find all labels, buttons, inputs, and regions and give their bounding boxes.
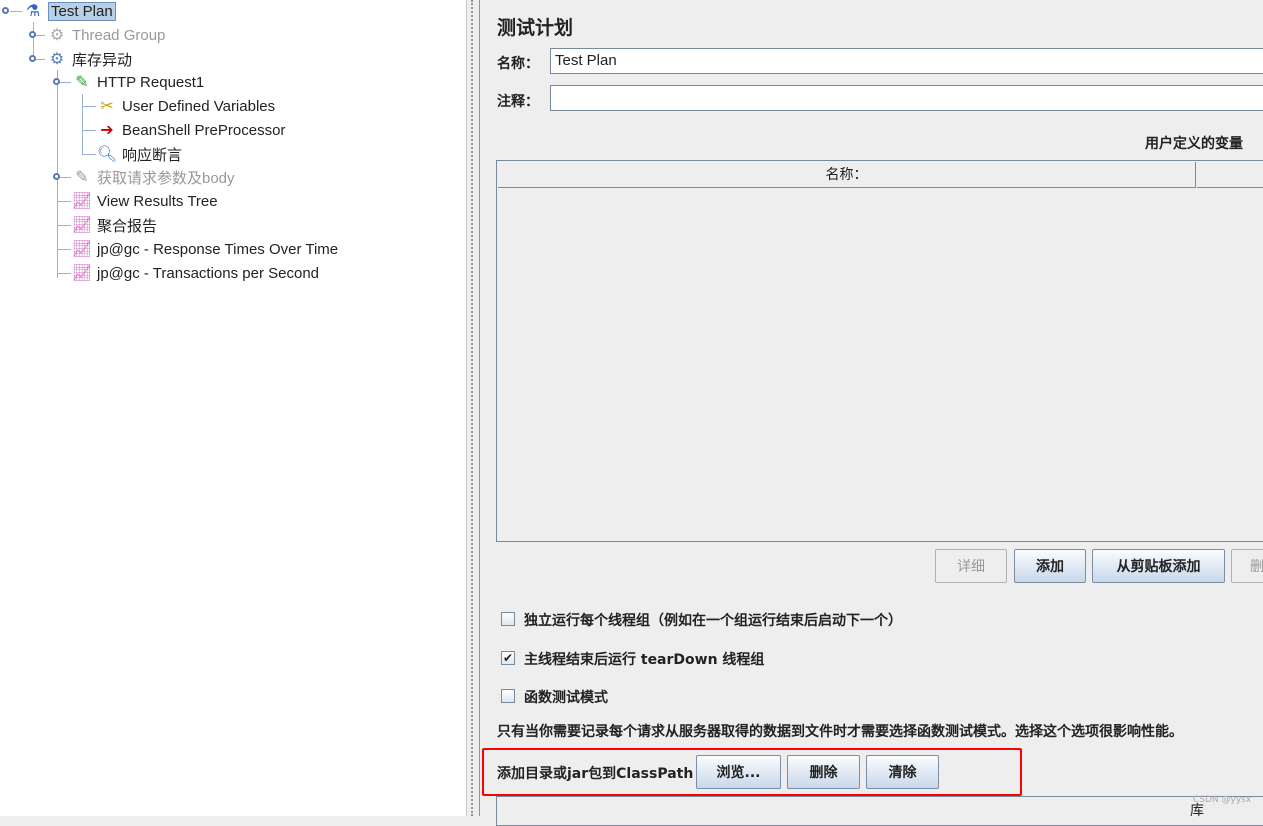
flask-icon: ⚗	[25, 3, 41, 20]
run-groups-consecutively-checkbox[interactable]	[501, 612, 515, 626]
test-plan-panel: 测试计划 名称： Test Plan 注释： 用户定义的变量 名称： 详细 添加…	[482, 0, 1263, 826]
comment-input[interactable]	[550, 85, 1263, 111]
tree-node-user-vars[interactable]: ✂ User Defined Variables	[96, 95, 275, 117]
teardown-checkbox[interactable]: ✔	[501, 651, 515, 665]
functional-mode-label: 函数测试模式	[524, 690, 608, 706]
expand-toggle[interactable]	[53, 78, 60, 85]
expand-toggle[interactable]	[53, 173, 60, 180]
tree-node-tps[interactable]: 📈︎ jp@gc - Transactions per Second	[71, 262, 319, 284]
page-title: 测试计划	[497, 17, 574, 39]
tree-node-thread-group[interactable]: ⚙ Thread Group	[46, 24, 166, 46]
classpath-list[interactable]: 库	[496, 796, 1263, 826]
table-header-name[interactable]: 名称：	[498, 162, 1196, 188]
classpath-label: 添加目录或jar包到ClassPath	[497, 766, 694, 782]
tree-node-response-times[interactable]: 📈︎ jp@gc - Response Times Over Time	[71, 238, 338, 260]
functional-mode-checkbox[interactable]	[501, 689, 515, 703]
magnifier-icon: 🔍︎	[96, 146, 118, 163]
name-label: 名称：	[497, 56, 539, 72]
watermark: CSDN @yysx	[1193, 795, 1252, 805]
test-plan-tree: ⚗ Test Plan ⚙ Thread Group ⚙ 库存异动 ✎ HTTP Req…	[0, 0, 466, 816]
graph-icon: 📈︎	[71, 265, 93, 282]
name-input[interactable]: Test Plan	[550, 48, 1263, 74]
expand-toggle[interactable]	[2, 7, 9, 14]
arrow-page-icon: ➔	[100, 122, 114, 139]
comment-label: 注释：	[497, 94, 539, 110]
tree-node-assertion[interactable]: 🔍︎ 响应断言	[96, 143, 182, 165]
variables-table[interactable]: 名称：	[496, 160, 1263, 542]
pipette-icon: ✎	[75, 169, 89, 186]
tree-node-test-plan[interactable]: ⚗ Test Plan	[22, 0, 116, 22]
tree-node-http-request[interactable]: ✎ HTTP Request1	[71, 71, 204, 93]
run-groups-consecutively-label: 独立运行每个线程组（例如在一个组运行结束后启动下一个）	[524, 613, 902, 629]
graph-icon: 📈︎	[71, 241, 93, 258]
clear-button[interactable]: 清除	[866, 755, 939, 789]
delete-button[interactable]: 删	[1231, 549, 1263, 583]
vars-title: 用户定义的变量	[1145, 136, 1243, 152]
pipette-icon: ✎	[75, 74, 89, 91]
gear-icon: ⚙	[49, 51, 65, 68]
add-from-clipboard-button[interactable]: 从剪贴板添加	[1092, 549, 1225, 583]
tools-icon: ✂	[100, 98, 114, 115]
gear-icon: ⚙	[49, 27, 65, 44]
functional-mode-note: 只有当你需要记录每个请求从服务器取得的数据到文件时才需要选择函数测试模式。选择这…	[497, 724, 1183, 740]
tree-node-aggregate[interactable]: 📈︎ 聚合报告	[71, 214, 157, 236]
expand-toggle[interactable]	[29, 31, 36, 38]
browse-button[interactable]: 浏览...	[696, 755, 781, 789]
table-header-value[interactable]	[1197, 162, 1263, 188]
graph-icon: 📈︎	[71, 193, 93, 210]
tree-node-thread-group-2[interactable]: ⚙ 库存异动	[46, 48, 132, 70]
expand-toggle[interactable]	[29, 55, 36, 62]
graph-icon: 📈︎	[71, 217, 93, 234]
teardown-label: 主线程结束后运行 tearDown 线程组	[524, 652, 765, 668]
tree-node-beanshell[interactable]: ➔ BeanShell PreProcessor	[96, 119, 285, 141]
remove-button[interactable]: 删除	[787, 755, 860, 789]
detail-button[interactable]: 详细	[935, 549, 1007, 583]
add-button[interactable]: 添加	[1014, 549, 1086, 583]
tree-node-http-request-2[interactable]: ✎ 获取请求参数及body	[71, 166, 234, 188]
splitter[interactable]	[466, 0, 482, 816]
tree-node-view-results[interactable]: 📈︎ View Results Tree	[71, 190, 218, 212]
